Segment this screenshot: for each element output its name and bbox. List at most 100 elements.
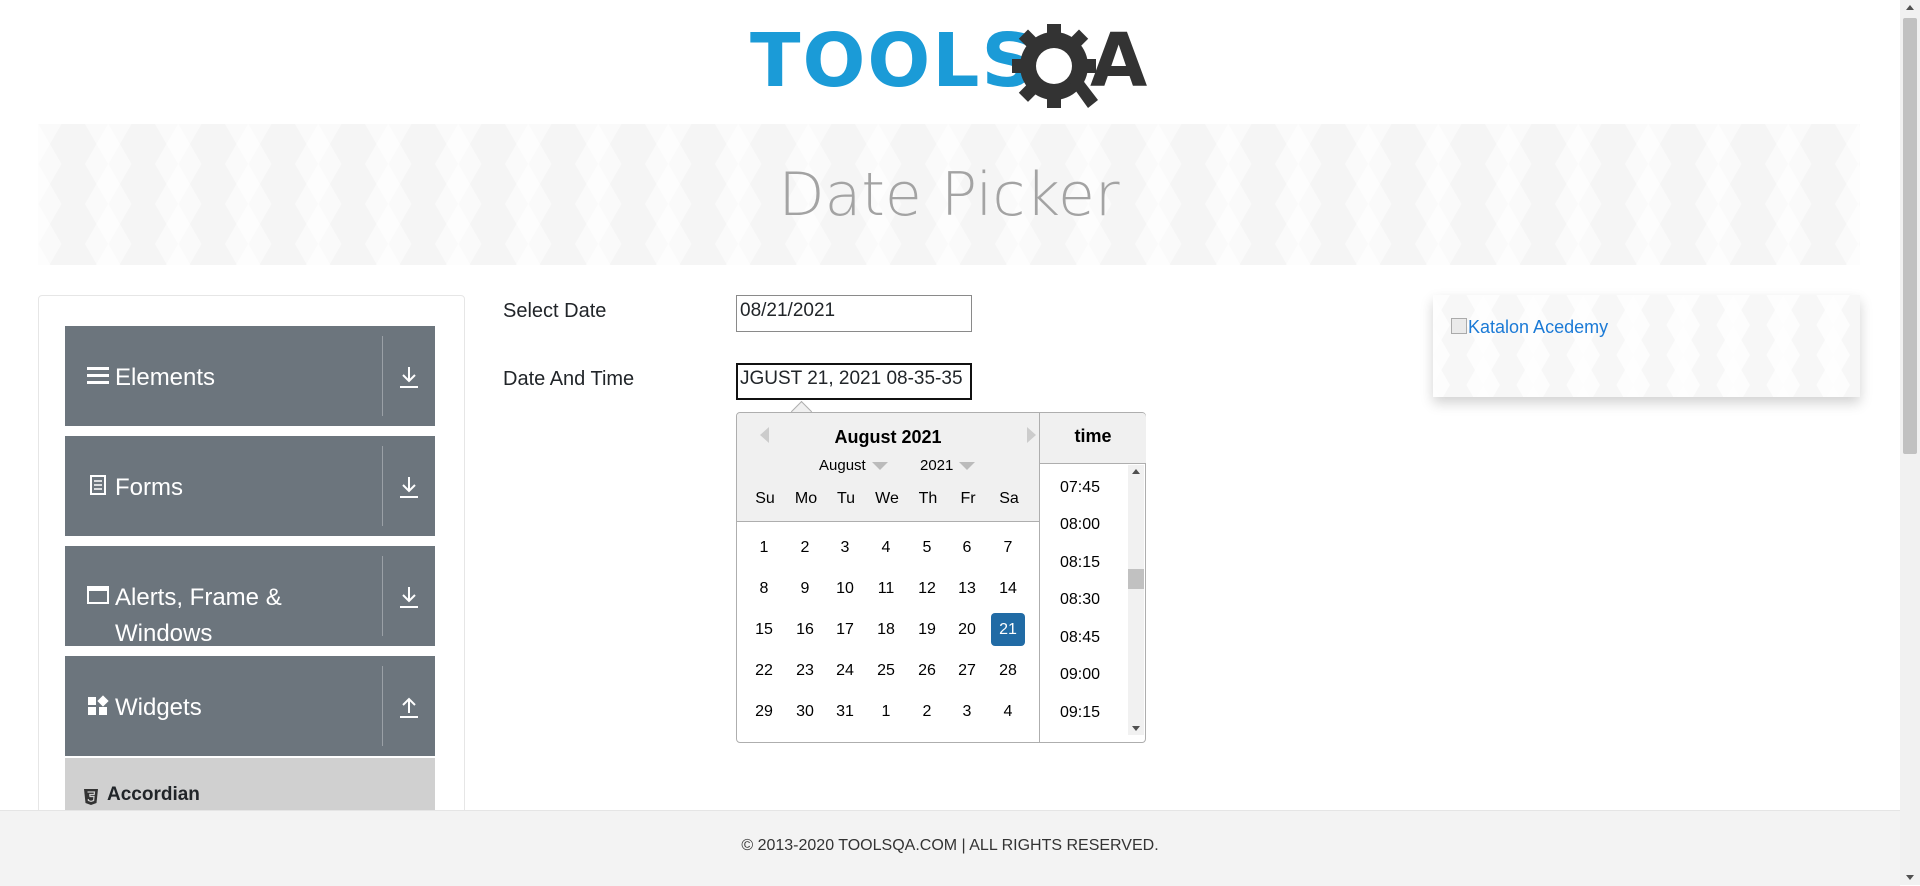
logo-wordmark: TOOLS [750,24,1037,98]
ad-alt-text: Katalon Acedemy [1468,317,1609,337]
datetime-picker: August 2021 August 2021 Su Mo Tu We Th F… [736,412,1146,743]
footer-copyright: © 2013-2020 TOOLSQA.COM | ALL RIGHTS RES… [741,837,1159,854]
ad-banner: Katalon Acedemy [1433,295,1860,397]
weekday-label: Su [755,490,775,507]
menu-icon [87,367,109,384]
footer: © 2013-2020 TOOLSQA.COM | ALL RIGHTS RES… [0,810,1900,886]
date-time-input[interactable]: JGUST 21, 2021 08-35-35 [736,363,972,400]
time-option[interactable]: 08:45 [1060,629,1100,647]
left-panel: Elements Forms Alerts, Frame & Windows W… [38,295,465,837]
time-list: time 07:45 08:00 08:15 08:30 08:45 09:00… [1039,413,1146,742]
calendar-day[interactable]: 3 [828,531,862,564]
scroll-down-icon[interactable] [1132,726,1140,731]
download-icon [400,367,418,388]
calendar-day[interactable]: 30 [788,695,822,728]
sidebar-group-widgets[interactable]: Widgets [65,656,435,756]
broken-image-icon [1451,318,1467,334]
html5-icon [84,789,98,805]
weekday-label: We [875,490,899,507]
select-date-label: Select Date [503,300,607,322]
scroll-up-icon[interactable] [1906,5,1914,10]
time-option[interactable]: 08:30 [1060,591,1100,609]
page-scrollbar[interactable] [1900,0,1920,885]
calendar-day[interactable]: 8 [747,572,781,605]
calendar-day[interactable]: 6 [950,531,984,564]
time-option[interactable]: 09:00 [1060,666,1100,684]
scrollbar-thumb[interactable] [1128,569,1144,589]
divider [382,666,383,746]
scroll-down-icon[interactable] [1906,875,1914,880]
calendar-day[interactable]: 23 [788,654,822,687]
year-dropdown[interactable]: 2021 [920,457,976,474]
calendar-day-selected[interactable]: 21 [991,613,1025,646]
month-dropdown[interactable]: August [819,457,888,474]
calendar-day[interactable]: 2 [788,531,822,564]
calendar-day[interactable]: 19 [910,613,944,646]
time-header: time [1040,413,1146,464]
calendar-day[interactable]: 29 [747,695,781,728]
calendar-day[interactable]: 26 [910,654,944,687]
calendar-day[interactable]: 7 [991,531,1025,564]
calendar-month-title: August 2021 [834,427,942,447]
document-icon [90,475,106,495]
time-option[interactable]: 09:15 [1060,704,1100,722]
sidebar-group-forms[interactable]: Forms [65,436,435,536]
calendar-day[interactable]: 15 [747,613,781,646]
time-title: time [1074,426,1112,446]
weekday-label: Th [918,490,938,507]
divider [382,336,383,416]
widgets-icon [88,695,109,715]
calendar-day[interactable]: 28 [991,654,1025,687]
time-list-scrollbar[interactable] [1128,465,1144,735]
calendar-day[interactable]: 10 [828,572,862,605]
calendar-day[interactable]: 9 [788,572,822,605]
logo-suffix: A [1090,18,1148,104]
sidebar-group-label: Forms [115,474,183,501]
calendar-day[interactable]: 4 [991,695,1025,728]
calendar-day[interactable]: 12 [910,572,944,605]
calendar-day[interactable]: 5 [910,531,944,564]
time-option[interactable]: 08:15 [1060,554,1100,572]
calendar-day[interactable]: 27 [950,654,984,687]
calendar-day[interactable]: 1 [869,695,903,728]
calendar-day[interactable]: 24 [828,654,862,687]
year-dropdown-value: 2021 [920,457,954,474]
scroll-up-icon[interactable] [1132,469,1140,474]
calendar-day[interactable]: 14 [991,572,1025,605]
window-icon [87,586,109,604]
sidebar-group-label: Alerts, Frame & Windows [115,584,282,647]
weekday-label: Mo [794,490,818,507]
toolsqa-logo[interactable]: TOOLS A [750,18,1156,114]
sidebar-item-label: Accordian [107,784,200,805]
scrollbar-thumb[interactable] [1903,18,1917,454]
calendar-day[interactable]: 2 [910,695,944,728]
calendar-day[interactable]: 3 [950,695,984,728]
select-date-input[interactable]: 08/21/2021 [736,295,972,332]
page-title: Date Picker [778,160,1120,230]
time-option[interactable]: 07:45 [1060,479,1100,497]
calendar-day[interactable]: 22 [747,654,781,687]
katalon-academy-link[interactable]: Katalon Acedemy [1451,317,1608,338]
sidebar-group-alerts[interactable]: Alerts, Frame & Windows [65,546,435,647]
sidebar-group-label: Elements [115,364,216,391]
calendar-day[interactable]: 4 [869,531,903,564]
next-month-button[interactable] [1027,427,1036,443]
calendar-day[interactable]: 11 [869,572,903,605]
calendar-day[interactable]: 25 [869,654,903,687]
calendar-day[interactable]: 17 [828,613,862,646]
divider [382,446,383,526]
dropdown-arrow-icon [959,462,976,471]
time-option[interactable]: 08:00 [1060,516,1100,534]
calendar-day[interactable]: 18 [869,613,903,646]
month-dropdown-value: August [819,457,866,474]
weekday-label: Fr [960,490,976,507]
calendar-day[interactable]: 20 [950,613,984,646]
divider [382,556,383,636]
sidebar-group-elements[interactable]: Elements [65,326,435,426]
calendar-day[interactable]: 1 [747,531,781,564]
weekday-label: Sa [999,490,1019,507]
logo-tools-text: TOOLS [750,18,1037,104]
calendar-day[interactable]: 31 [828,695,862,728]
calendar-day[interactable]: 16 [788,613,822,646]
calendar-day[interactable]: 13 [950,572,984,605]
